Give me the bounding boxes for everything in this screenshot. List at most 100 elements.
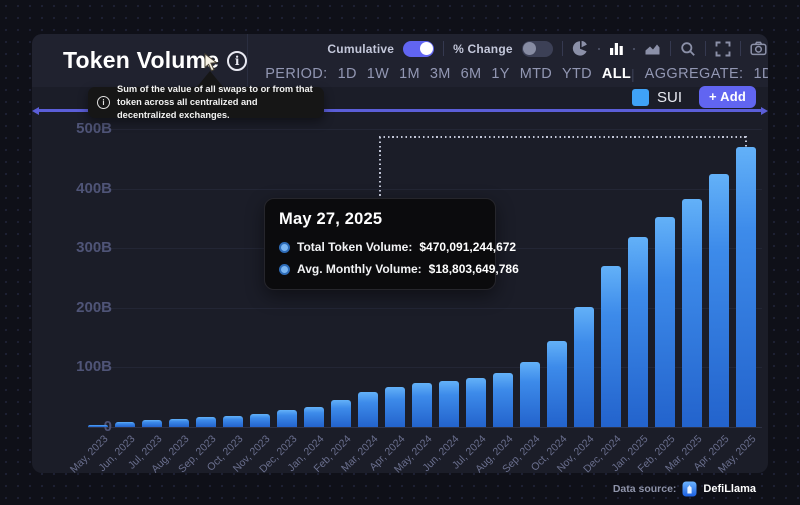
divider bbox=[739, 41, 741, 57]
bar-jan-2024[interactable] bbox=[304, 406, 324, 427]
bar-oct-2023[interactable] bbox=[223, 416, 243, 427]
divider-dot bbox=[597, 47, 600, 50]
info-icon-small: i bbox=[97, 96, 110, 109]
divider bbox=[704, 41, 706, 57]
bar-sep-2023[interactable] bbox=[196, 417, 216, 427]
y-axis-tick: 300B bbox=[76, 239, 112, 257]
panel-header: Token Volume i Cumulative % Change PERIO… bbox=[32, 34, 768, 87]
series-bullet-icon bbox=[279, 241, 290, 253]
bar-may-2025[interactable] bbox=[736, 146, 756, 427]
period-option-1y[interactable]: 1Y bbox=[491, 66, 509, 82]
period-option-1m[interactable]: 1M bbox=[399, 66, 420, 82]
bar-jul-2023[interactable] bbox=[142, 420, 162, 427]
bar-may-2024[interactable] bbox=[412, 383, 432, 427]
timeline-right-cap bbox=[761, 106, 768, 115]
y-axis-tick: 500B bbox=[76, 120, 112, 137]
gridline-0 bbox=[88, 427, 762, 428]
legend-series-name[interactable]: SUI bbox=[657, 89, 682, 106]
mouse-cursor bbox=[203, 53, 220, 72]
app-root: Token Volume i Cumulative % Change PERIO… bbox=[0, 0, 800, 505]
y-axis-tick: 400B bbox=[76, 179, 112, 197]
info-tooltip: i Sum of the value of all swaps to or fr… bbox=[88, 84, 324, 120]
bar-apr-2024[interactable] bbox=[385, 387, 405, 427]
period-label: PERIOD: bbox=[265, 66, 328, 83]
header-controls: Cumulative % Change PERIOD: 1D 1W 1M 3M … bbox=[248, 34, 768, 87]
bar-nov-2023[interactable] bbox=[250, 413, 270, 427]
percent-change-toggle[interactable] bbox=[521, 40, 553, 57]
toggle-knob bbox=[419, 42, 433, 56]
y-axis-tick: 200B bbox=[76, 298, 112, 316]
period-option-6m[interactable]: 6M bbox=[461, 66, 482, 82]
pie-chart-icon[interactable] bbox=[572, 40, 589, 58]
controls-row: Cumulative % Change bbox=[248, 37, 768, 61]
legend-color-swatch[interactable] bbox=[631, 88, 649, 106]
bar-aug-2024[interactable] bbox=[493, 372, 513, 427]
period-option-all[interactable]: ALL bbox=[602, 66, 631, 82]
bar-aug-2023[interactable] bbox=[169, 418, 189, 427]
defillama-logo-icon bbox=[682, 481, 697, 497]
bar-jun-2024[interactable] bbox=[439, 380, 459, 427]
tooltip-row: Total Token Volume: $470,091,244,672 bbox=[279, 240, 516, 254]
period-aggregate-row: PERIOD: 1D 1W 1M 3M 6M 1Y MTD YTD ALL | AGGREGAT… bbox=[248, 62, 768, 87]
bar-jun-2023[interactable] bbox=[115, 421, 135, 427]
tooltip-connector-vertical bbox=[379, 137, 381, 198]
aggregate-options: 1D1W1M bbox=[753, 66, 768, 82]
divider bbox=[443, 41, 445, 57]
area-chart-icon[interactable] bbox=[644, 40, 661, 58]
bar-jul-2024[interactable] bbox=[466, 378, 486, 427]
bar-apr-2025[interactable] bbox=[709, 173, 729, 427]
divider: | bbox=[631, 66, 635, 83]
bar-jan-2025[interactable] bbox=[628, 237, 648, 427]
period-option-1w[interactable]: 1W bbox=[367, 66, 389, 82]
bar-mar-2024[interactable] bbox=[358, 392, 378, 427]
divider-dot bbox=[632, 47, 635, 50]
tooltip-connector-drop bbox=[745, 136, 747, 147]
bar-feb-2024[interactable] bbox=[331, 399, 351, 427]
data-source: Data source: DefiLlama bbox=[613, 481, 756, 497]
period-group: PERIOD: 1D 1W 1M 3M 6M 1Y MTD YTD ALL bbox=[265, 66, 631, 82]
period-options: 1D 1W 1M 3M 6M 1Y MTD YTD ALL bbox=[338, 66, 631, 82]
bar-oct-2024[interactable] bbox=[547, 341, 567, 427]
divider bbox=[561, 41, 563, 57]
bar-feb-2025[interactable] bbox=[655, 216, 675, 427]
bar-dec-2024[interactable] bbox=[601, 266, 621, 427]
info-icon[interactable]: i bbox=[227, 50, 248, 71]
series-bullet-icon bbox=[279, 263, 290, 275]
cumulative-toggle[interactable] bbox=[403, 40, 435, 57]
aggregate-group: | AGGREGATE: 1D1W1M bbox=[631, 66, 768, 82]
period-option-3m[interactable]: 3M bbox=[430, 66, 451, 82]
tooltip-row-label: Total Token Volume: bbox=[297, 240, 413, 254]
bar-sep-2024[interactable] bbox=[520, 362, 540, 427]
info-tooltip-text: Sum of the value of all swaps to or from… bbox=[117, 83, 313, 121]
bar-mar-2025[interactable] bbox=[682, 198, 702, 427]
data-source-label: Data source: bbox=[612, 483, 677, 495]
gridline-400B bbox=[88, 188, 762, 190]
bar-dec-2023[interactable] bbox=[277, 410, 297, 427]
camera-icon[interactable] bbox=[750, 40, 767, 58]
tooltip-date: May 27, 2025 bbox=[279, 210, 383, 228]
bar-nov-2024[interactable] bbox=[574, 307, 594, 427]
period-option-ytd[interactable]: YTD bbox=[562, 66, 592, 82]
toggle-knob bbox=[523, 42, 537, 56]
fullscreen-icon[interactable] bbox=[715, 40, 731, 58]
legend: SUI + Add bbox=[631, 86, 756, 108]
bar-chart-icon[interactable] bbox=[609, 40, 624, 58]
search-icon[interactable] bbox=[680, 40, 696, 58]
tooltip-row-value: $470,091,244,672 bbox=[419, 240, 517, 254]
page-title: Token Volume bbox=[63, 47, 220, 73]
add-series-button[interactable]: + Add bbox=[699, 86, 756, 108]
percent-change-label: % Change bbox=[453, 41, 513, 56]
cumulative-label: Cumulative bbox=[327, 41, 395, 56]
tooltip-row: Avg. Monthly Volume: $18,803,649,786 bbox=[279, 262, 519, 276]
aggregate-option-1d[interactable]: 1D bbox=[753, 66, 768, 82]
data-source-name: DefiLlama bbox=[703, 483, 756, 495]
aggregate-label: AGGREGATE: bbox=[644, 66, 744, 83]
timeline-left-cap bbox=[32, 106, 39, 115]
bar-may-2023[interactable] bbox=[88, 424, 108, 427]
tooltip-row-value: $18,803,649,786 bbox=[428, 262, 519, 276]
gridline-500B bbox=[88, 129, 762, 130]
tooltip-connector-horizontal bbox=[379, 136, 747, 138]
y-axis-tick: 100B bbox=[76, 358, 112, 376]
period-option-1d[interactable]: 1D bbox=[338, 66, 357, 82]
period-option-mtd[interactable]: MTD bbox=[520, 66, 552, 82]
